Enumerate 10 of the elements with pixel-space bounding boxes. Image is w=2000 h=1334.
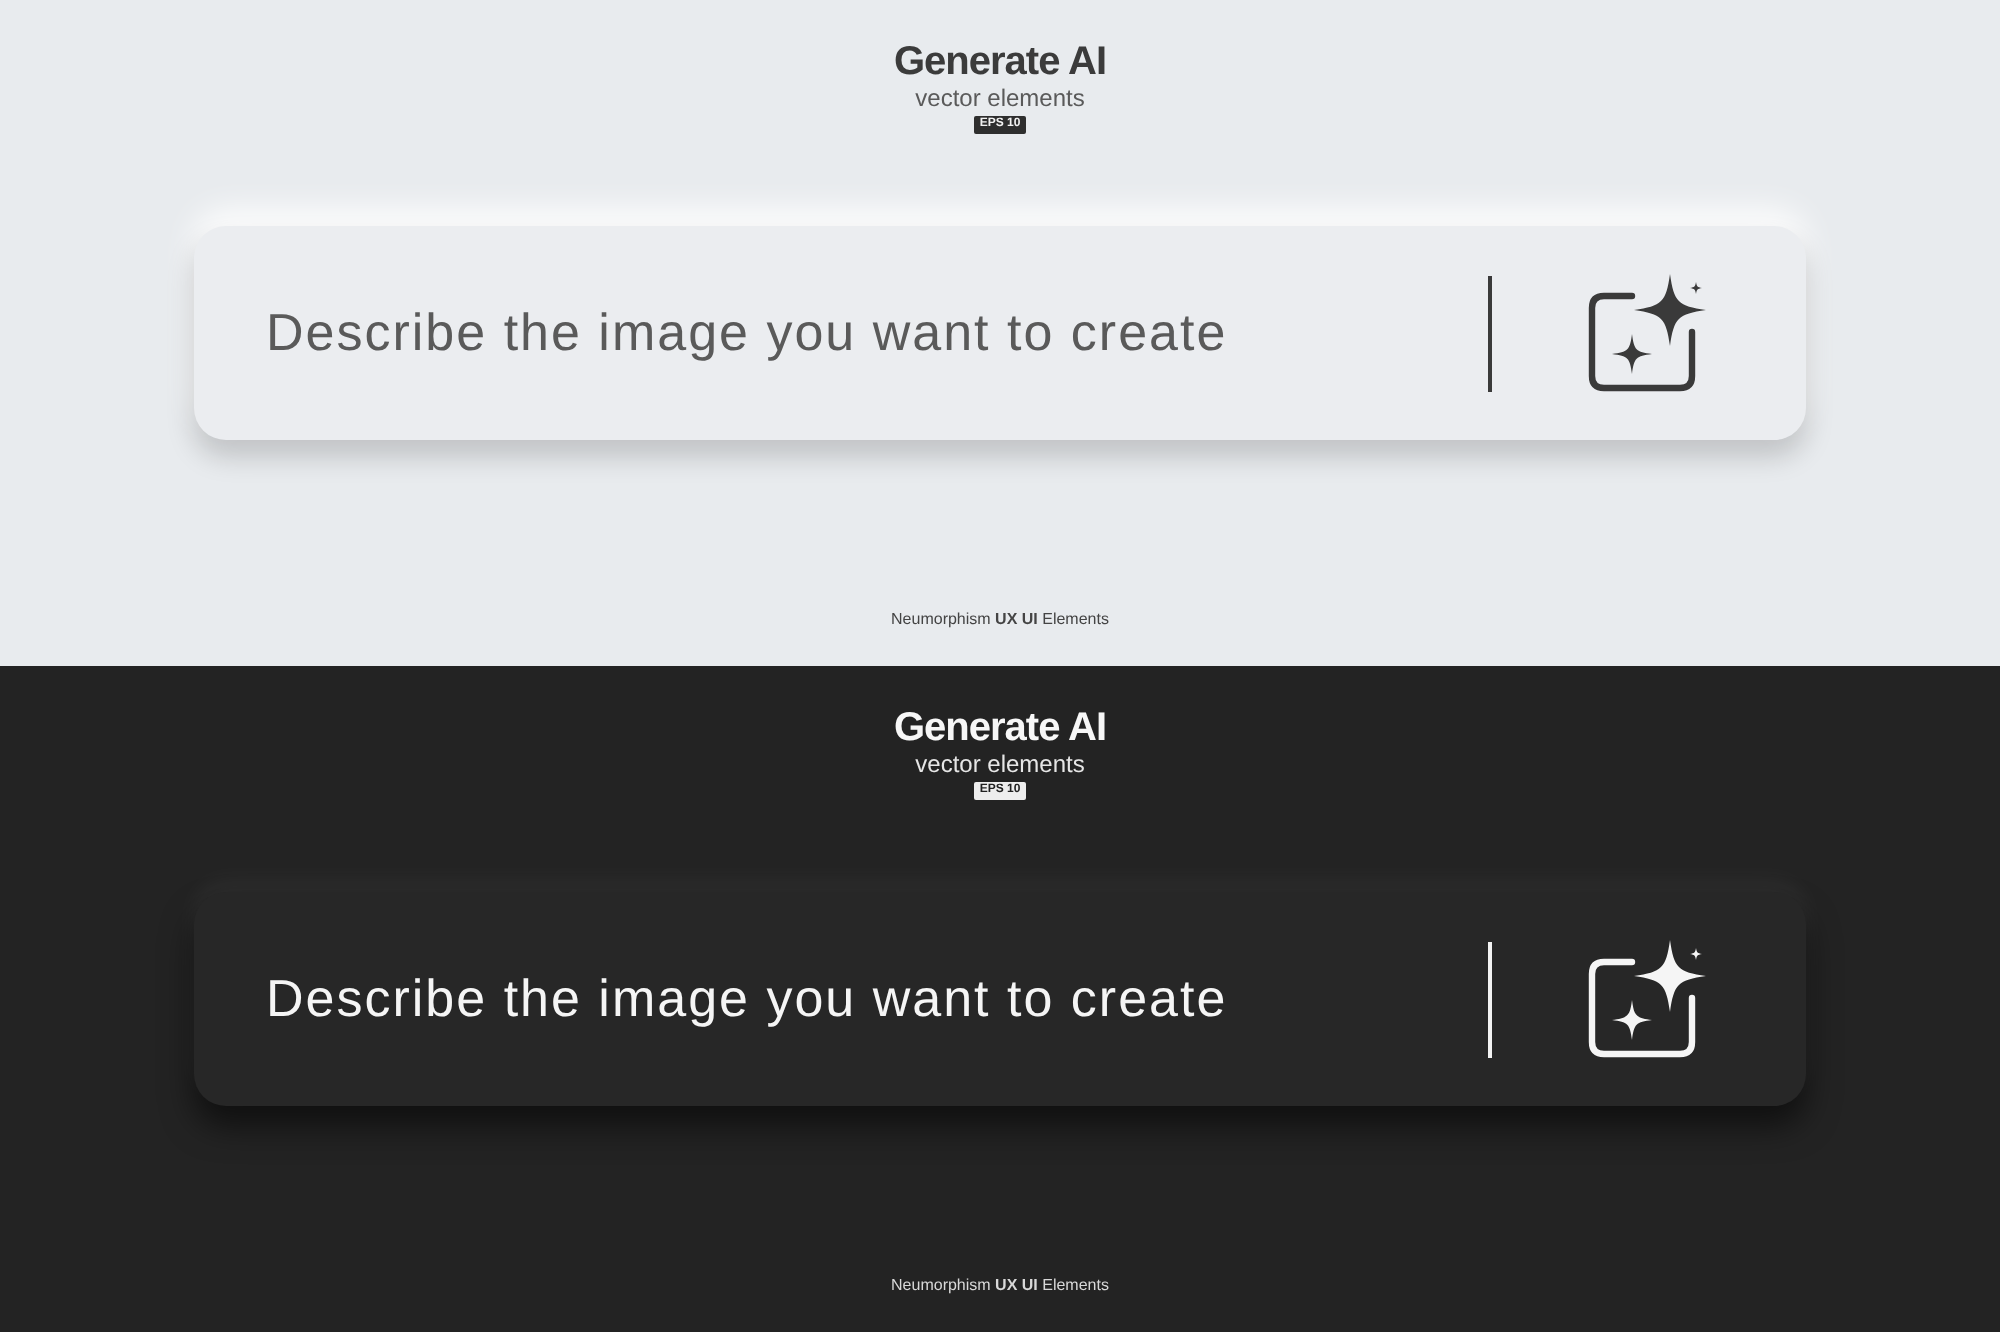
caption-text: Neumorphism UX UI Elements	[891, 610, 1109, 630]
caption-text: Neumorphism UX UI Elements	[891, 1276, 1109, 1296]
heading-title: Generate AI	[893, 706, 1107, 750]
prompt-field[interactable]: Describe the image you want to create	[194, 226, 1806, 440]
prompt-input[interactable]: Describe the image you want to create	[266, 963, 1464, 1035]
prompt-field[interactable]: Describe the image you want to create	[194, 892, 1806, 1106]
subtitle-text: vector elements	[915, 750, 1085, 778]
subtitle-text: vector elements	[915, 84, 1085, 112]
heading-title: Generate AI	[893, 40, 1107, 84]
prompt-input[interactable]: Describe the image you want to create	[266, 297, 1464, 369]
